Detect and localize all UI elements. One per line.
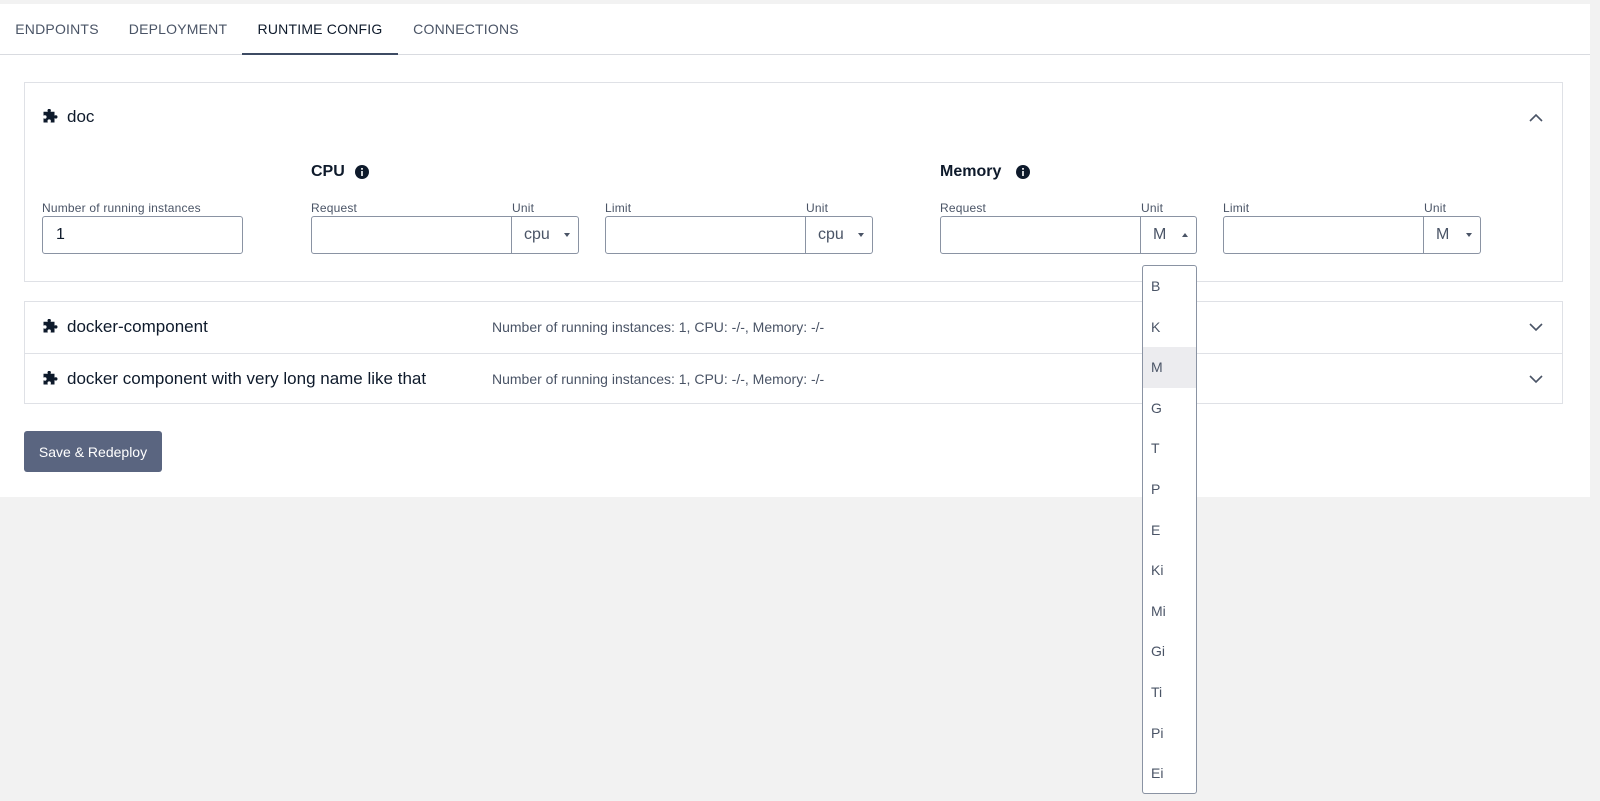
unit-option-ki[interactable]: Ki <box>1143 550 1196 591</box>
puzzle-icon <box>43 371 58 385</box>
cpu-limit-unit-label: Unit <box>806 201 829 215</box>
memory-limit-label: Limit <box>1223 201 1250 215</box>
memory-limit-input[interactable] <box>1223 216 1424 254</box>
tab-bar: ENDPOINTS DEPLOYMENT RUNTIME CONFIG CONN… <box>0 4 1590 55</box>
unit-option-k[interactable]: K <box>1143 307 1196 348</box>
caret-down-icon <box>564 233 570 237</box>
component-name: docker-component <box>67 317 208 336</box>
unit-option-g[interactable]: G <box>1143 388 1196 429</box>
cpu-limit-unit-select[interactable]: cpu <box>806 216 873 254</box>
memory-limit-unit-select[interactable]: M <box>1424 216 1481 254</box>
unit-option-mi[interactable]: Mi <box>1143 591 1196 632</box>
component-summary: Number of running instances: 1, CPU: -/-… <box>492 319 825 335</box>
unit-option-ei[interactable]: Ei <box>1143 753 1196 793</box>
caret-down-icon <box>858 233 864 237</box>
component-summary: Number of running instances: 1, CPU: -/-… <box>492 371 825 387</box>
runtime-config-panel: ENDPOINTS DEPLOYMENT RUNTIME CONFIG CONN… <box>0 4 1590 497</box>
chevron-down-icon[interactable] <box>1527 318 1545 336</box>
unit-option-pi[interactable]: Pi <box>1143 713 1196 754</box>
chevron-up-icon[interactable] <box>1527 109 1545 127</box>
memory-request-unit-label: Unit <box>1141 201 1164 215</box>
info-icon[interactable] <box>1016 165 1030 179</box>
unit-option-ti[interactable]: Ti <box>1143 672 1196 713</box>
info-icon[interactable] <box>355 165 369 179</box>
unit-option-e[interactable]: E <box>1143 510 1196 551</box>
component-name: doc <box>67 107 95 126</box>
component-list: docker-component Number of running insta… <box>24 301 1563 404</box>
unit-option-b[interactable]: B <box>1143 266 1196 307</box>
memory-unit-dropdown: B K M G T P E Ki Mi Gi Ti Pi Ei <box>1142 265 1197 794</box>
unit-option-gi[interactable]: Gi <box>1143 631 1196 672</box>
component-row-docker-component-long[interactable]: docker component with very long name lik… <box>25 353 1562 404</box>
cpu-title: CPU <box>311 163 345 180</box>
unit-option-t[interactable]: T <box>1143 428 1196 469</box>
unit-option-p[interactable]: P <box>1143 469 1196 510</box>
tab-connections[interactable]: CONNECTIONS <box>398 4 534 55</box>
caret-down-icon <box>1466 233 1472 237</box>
cpu-request-label: Request <box>311 201 358 215</box>
tab-endpoints[interactable]: ENDPOINTS <box>0 4 114 55</box>
memory-request-input[interactable] <box>940 216 1141 254</box>
cpu-request-unit-select[interactable]: cpu <box>512 216 579 254</box>
tab-deployment[interactable]: DEPLOYMENT <box>114 4 242 55</box>
cpu-limit-unit-value: cpu <box>818 226 844 243</box>
memory-request-label: Request <box>940 201 987 215</box>
component-card-doc: doc CPU Memory Number of running instanc… <box>24 82 1563 282</box>
cpu-request-unit-label: Unit <box>512 201 535 215</box>
memory-request-unit-select[interactable]: M <box>1141 216 1197 254</box>
chevron-down-icon[interactable] <box>1527 370 1545 388</box>
unit-option-m[interactable]: M <box>1143 347 1196 388</box>
save-redeploy-button[interactable]: Save & Redeploy <box>24 431 162 472</box>
cpu-request-input[interactable] <box>311 216 512 254</box>
memory-title: Memory <box>940 163 1002 180</box>
component-name: docker component with very long name lik… <box>67 369 427 388</box>
memory-request-unit-value: M <box>1153 226 1167 243</box>
puzzle-icon <box>43 319 58 333</box>
caret-up-icon <box>1182 233 1188 237</box>
instances-label: Number of running instances <box>42 201 201 215</box>
instances-input[interactable] <box>42 216 243 254</box>
cpu-limit-input[interactable] <box>605 216 806 254</box>
puzzle-icon <box>43 109 58 123</box>
memory-limit-unit-value: M <box>1436 226 1450 243</box>
cpu-request-unit-value: cpu <box>524 226 550 243</box>
memory-limit-unit-label: Unit <box>1424 201 1447 215</box>
component-row-docker-component[interactable]: docker-component Number of running insta… <box>25 302 1562 353</box>
tab-runtime-config[interactable]: RUNTIME CONFIG <box>242 4 398 55</box>
cpu-limit-label: Limit <box>605 201 632 215</box>
